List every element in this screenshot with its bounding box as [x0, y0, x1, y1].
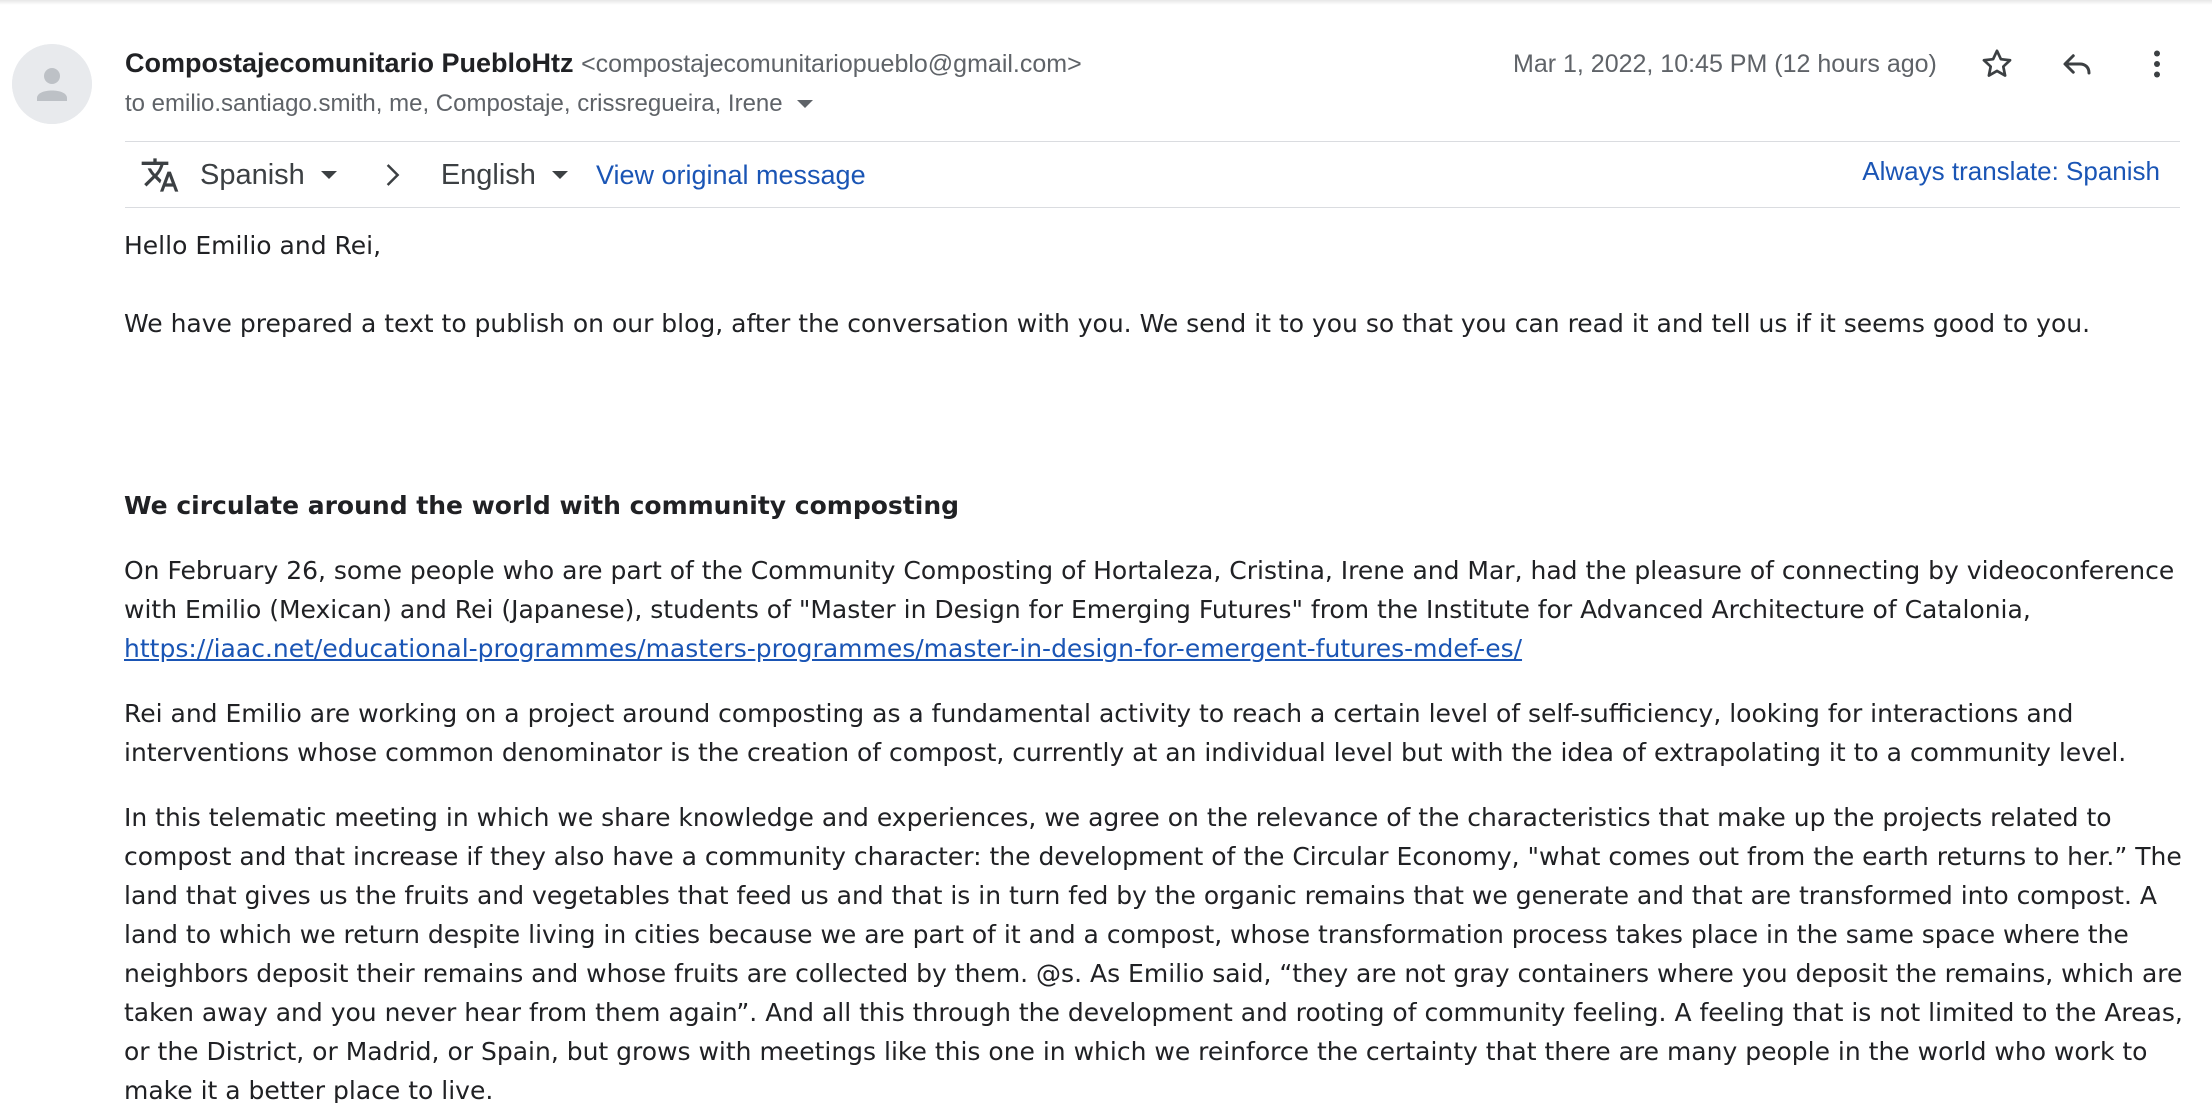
sender-name[interactable]: Compostajecomunitario PuebloHtz [125, 48, 574, 78]
sender-email: <compostajecomunitariopueblo@gmail.com> [581, 50, 1082, 78]
recipients-text: to emilio.santiago.smith, me, Compostaje… [125, 90, 783, 117]
iaac-program-link[interactable]: https://iaac.net/educational-programmes/… [124, 634, 1522, 663]
top-edge-shadow [0, 0, 2212, 5]
paragraph-1-text: On February 26, some people who are part… [124, 556, 2175, 624]
paragraph-2: Rei and Emilio are working on a project … [124, 699, 2127, 767]
more-vertical-icon[interactable] [2133, 40, 2181, 88]
person-avatar-icon[interactable] [12, 44, 92, 124]
translate-icon [140, 155, 180, 195]
target-language-select[interactable]: English [441, 159, 568, 192]
star-icon[interactable] [1973, 40, 2021, 88]
paragraph-3: In this telematic meeting in which we sh… [124, 803, 2183, 1103]
greeting-text: Hello Emilio and Rei, [124, 231, 382, 260]
source-language-label: Spanish [200, 158, 305, 191]
target-language-label: English [440, 158, 536, 191]
translate-bar: Spanish English View original message [140, 150, 866, 200]
always-translate-link[interactable]: Always translate: Spanish [1862, 155, 2160, 187]
chevron-down-icon [320, 171, 337, 179]
chevron-down-icon[interactable] [796, 100, 813, 108]
sender-line: Compostajecomunitario PuebloHtz <compost… [125, 46, 1082, 81]
article-heading: We circulate around the world with commu… [124, 491, 960, 520]
paragraph-1: On February 26, some people who are part… [124, 551, 2184, 668]
view-original-link[interactable]: View original message [596, 160, 866, 191]
intro-paragraph: We have prepared a text to publish on ou… [124, 309, 2091, 338]
header-divider [125, 141, 2180, 142]
email-date: Mar 1, 2022, 10:45 PM (12 hours ago) [1513, 50, 1937, 78]
chevron-right-icon [377, 160, 407, 190]
email-body: Hello Emilio and Rei, We have prepared a… [124, 226, 2184, 1103]
chevron-down-icon [551, 171, 568, 179]
reply-icon[interactable] [2053, 40, 2101, 88]
translate-divider [125, 207, 2180, 208]
recipients-line[interactable]: to emilio.santiago.smith, me, Compostaje… [125, 88, 813, 120]
source-language-select[interactable]: Spanish [200, 159, 337, 192]
